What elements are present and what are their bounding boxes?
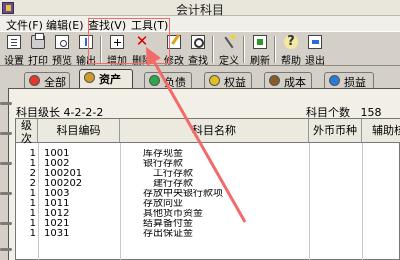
table-row[interactable]: 2 100201 工行存款 bbox=[16, 169, 400, 179]
row-code: 1021 bbox=[44, 219, 70, 229]
binder-ring bbox=[0, 222, 12, 225]
category-tabs: 全部 资产 负债 权益 成本 损益 bbox=[0, 66, 400, 89]
tab-liabilities[interactable]: 负债 bbox=[144, 72, 192, 89]
row-name: 建行存款 bbox=[143, 179, 193, 189]
tab-cost[interactable]: 成本 bbox=[264, 72, 312, 89]
row-level: 1 bbox=[29, 209, 36, 219]
magic-wand-icon bbox=[222, 35, 236, 49]
row-name: 银行存款 bbox=[143, 159, 183, 169]
tab-label: 资产 bbox=[99, 73, 121, 86]
toolbar: 设置 打印 预览 输出 增加 ✕ 删除 修改 查找 定义 刷新 ? 帮助 退出 bbox=[0, 31, 400, 67]
column-header-currency[interactable]: 外币币种 bbox=[309, 119, 362, 143]
exit-button[interactable]: 退出 bbox=[304, 34, 326, 67]
table-row[interactable]: 1 1031 存出保证金 bbox=[16, 229, 400, 239]
column-header-name[interactable]: 科目名称 bbox=[120, 119, 309, 143]
row-code: 1001 bbox=[44, 149, 70, 159]
row-level: 1 bbox=[29, 229, 36, 239]
liability-icon bbox=[149, 75, 160, 86]
table-row[interactable]: 2 100202 建行存款 bbox=[16, 179, 400, 189]
print-label: 打印 bbox=[28, 56, 48, 67]
exit-label: 退出 bbox=[305, 56, 325, 67]
row-name: 存出保证金 bbox=[143, 229, 193, 239]
tab-assets[interactable]: 资产 bbox=[79, 69, 133, 88]
toolbar-separator bbox=[243, 36, 245, 63]
refresh-label: 刷新 bbox=[250, 56, 270, 67]
binder-ring bbox=[0, 102, 12, 105]
binder-ring bbox=[0, 192, 12, 195]
help-label: 帮助 bbox=[281, 56, 301, 67]
toolbar-separator bbox=[212, 36, 214, 63]
row-name: 结算备付金 bbox=[143, 219, 193, 229]
menu-bar: 文件(F) 编辑(E) 查找(V) 工具(T) bbox=[0, 16, 400, 32]
binder-ring bbox=[0, 248, 12, 251]
row-level: 1 bbox=[29, 149, 36, 159]
tab-profit-loss[interactable]: 损益 bbox=[324, 72, 374, 89]
tab-equity[interactable]: 权益 bbox=[204, 72, 252, 89]
row-code: 100201 bbox=[44, 169, 83, 179]
define-button[interactable]: 定义 bbox=[218, 34, 240, 67]
printer-icon bbox=[31, 33, 45, 49]
preview-icon bbox=[55, 35, 69, 49]
find-button[interactable]: 查找 bbox=[187, 34, 209, 67]
find-label: 查找 bbox=[188, 56, 208, 67]
table-row[interactable]: 1 1021 结算备付金 bbox=[16, 219, 400, 229]
row-level: 1 bbox=[29, 159, 36, 169]
cost-icon bbox=[269, 75, 280, 86]
table-row[interactable]: 1 1002 银行存款 bbox=[16, 159, 400, 169]
settings-label: 设置 bbox=[4, 56, 24, 67]
row-level: 1 bbox=[29, 219, 36, 229]
annotation-highlight-box bbox=[88, 18, 170, 64]
column-header-level[interactable]: 级次 bbox=[16, 119, 38, 145]
row-name: 工行存款 bbox=[143, 169, 193, 179]
row-name: 其他货币资金 bbox=[143, 209, 203, 219]
row-level: 1 bbox=[29, 189, 36, 199]
tab-all[interactable]: 全部 bbox=[24, 72, 70, 89]
row-level: 2 bbox=[29, 169, 36, 179]
asset-icon bbox=[84, 72, 95, 83]
define-label: 定义 bbox=[219, 56, 239, 67]
help-button[interactable]: ? 帮助 bbox=[280, 34, 302, 67]
row-level: 1 bbox=[29, 199, 36, 209]
row-level: 2 bbox=[29, 179, 36, 189]
column-header-auxiliary[interactable]: 辅助核算 bbox=[362, 119, 400, 143]
toolbar-separator bbox=[274, 36, 276, 63]
help-icon: ? bbox=[284, 35, 298, 49]
title-bar: 会计科目 bbox=[0, 0, 400, 17]
preview-label: 预览 bbox=[52, 56, 72, 67]
refresh-button[interactable]: 刷新 bbox=[249, 34, 271, 67]
exit-icon bbox=[308, 35, 322, 49]
find-icon bbox=[191, 35, 205, 49]
row-name: 存放中央银行款项 bbox=[143, 189, 223, 199]
row-code: 100202 bbox=[44, 179, 83, 189]
table-row[interactable]: 1 1001 库存现金 bbox=[16, 149, 400, 159]
settings-button[interactable]: 设置 bbox=[3, 34, 25, 67]
all-icon bbox=[29, 75, 40, 86]
table-row[interactable]: 1 1012 其他货币资金 bbox=[16, 209, 400, 219]
column-header-code[interactable]: 科目编码 bbox=[38, 119, 120, 143]
table-row[interactable]: 1 1011 存放同业 bbox=[16, 199, 400, 209]
row-name: 库存现金 bbox=[143, 149, 183, 159]
table-row[interactable]: 1 1003 存放中央银行款项 bbox=[16, 189, 400, 199]
binder-ring bbox=[0, 132, 12, 135]
row-code: 1002 bbox=[44, 159, 70, 169]
row-code: 1011 bbox=[44, 199, 70, 209]
row-code: 1012 bbox=[44, 209, 70, 219]
print-button[interactable]: 打印 bbox=[27, 33, 49, 67]
profit-loss-icon bbox=[329, 75, 340, 86]
binder-edge bbox=[0, 88, 12, 260]
row-code: 1003 bbox=[44, 189, 70, 199]
equity-icon bbox=[209, 75, 220, 86]
binder-ring bbox=[0, 162, 12, 165]
row-name: 存放同业 bbox=[143, 199, 183, 209]
subjects-table: 级次 科目编码 科目名称 外币币种 辅助核算 1 1001 库存现金 1 100… bbox=[15, 118, 400, 260]
preview-button[interactable]: 预览 bbox=[51, 34, 73, 67]
settings-doc-icon bbox=[7, 35, 21, 49]
refresh-icon bbox=[253, 35, 267, 49]
accounting-subjects-window: 会计科目 文件(F) 编辑(E) 查找(V) 工具(T) 设置 打印 预览 输出… bbox=[0, 0, 400, 260]
row-code: 1031 bbox=[44, 229, 70, 239]
